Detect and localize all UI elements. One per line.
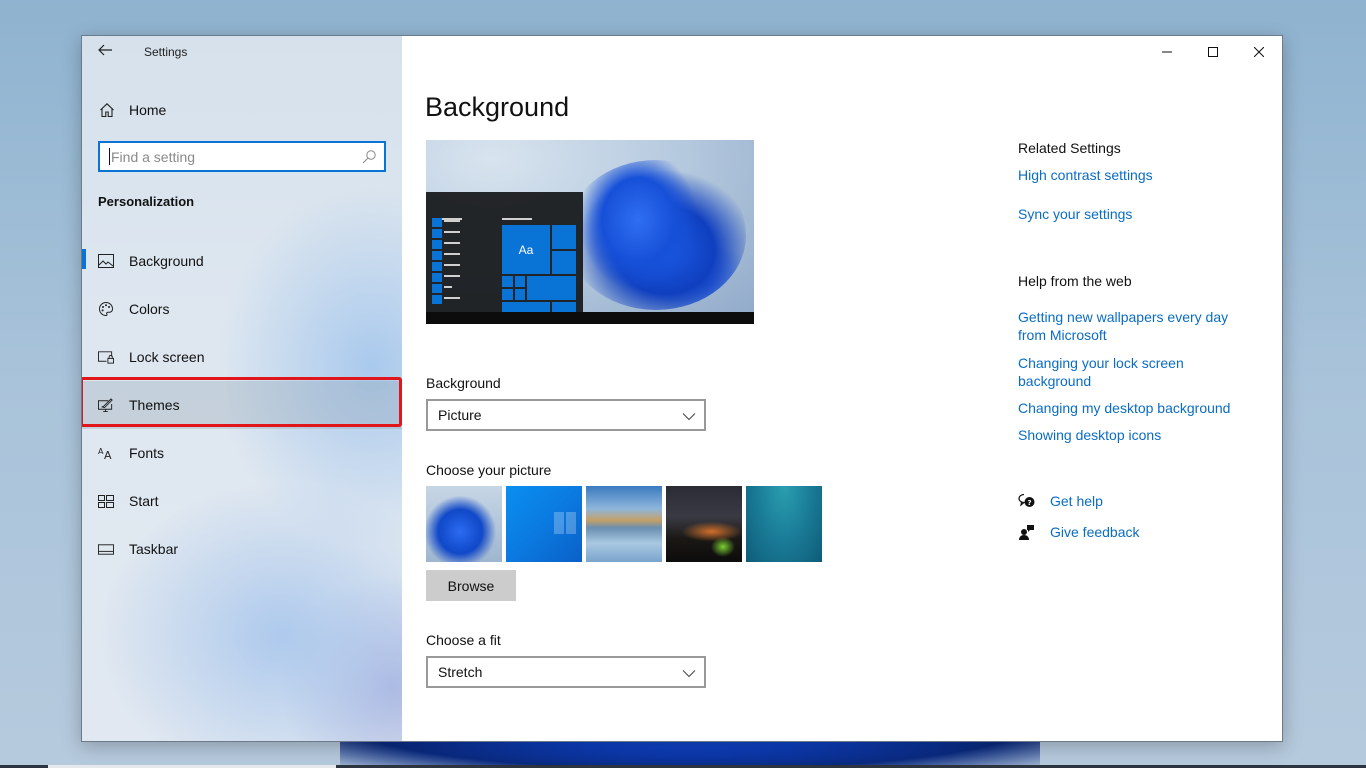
window-title: Settings: [144, 45, 188, 59]
sidebar-item-fonts[interactable]: AA Fonts: [82, 429, 402, 477]
preview-tile: Aa: [502, 225, 550, 274]
sidebar-item-label: Themes: [129, 397, 180, 413]
preview-taskbar: [426, 312, 754, 324]
settings-window: Settings Home Personalization Background: [81, 35, 1283, 742]
sidebar-home[interactable]: Home: [98, 98, 166, 122]
sidebar-item-themes[interactable]: Themes: [82, 381, 402, 429]
minimize-button[interactable]: [1144, 36, 1190, 68]
background-preview: Aa: [426, 140, 754, 324]
sidebar-item-label: Start: [129, 493, 159, 509]
picture-thumbnail[interactable]: [506, 486, 582, 562]
close-button[interactable]: [1236, 36, 1282, 68]
sidebar-item-label: Lock screen: [129, 349, 205, 365]
picture-thumbnail[interactable]: [746, 486, 822, 562]
help-chat-icon: ?: [1018, 492, 1036, 510]
picture-thumbnail[interactable]: [666, 486, 742, 562]
preview-wallpaper: [566, 160, 746, 310]
fonts-icon: AA: [98, 445, 114, 461]
lock-screen-icon: [98, 349, 114, 365]
sidebar-item-label: Background: [129, 253, 204, 269]
get-help-label: Get help: [1050, 493, 1103, 509]
related-settings-heading: Related Settings: [1018, 140, 1121, 156]
fit-dropdown-value: Stretch: [438, 664, 483, 680]
sidebar-item-lock-screen[interactable]: Lock screen: [82, 333, 402, 381]
maximize-icon: [1208, 47, 1218, 57]
text-caret: [109, 148, 110, 165]
sidebar-item-label: Colors: [129, 301, 170, 317]
background-dropdown[interactable]: Picture: [426, 399, 706, 431]
sidebar-item-start[interactable]: Start: [82, 477, 402, 525]
picture-icon: [98, 253, 114, 269]
search-box[interactable]: [98, 141, 386, 172]
fit-dropdown[interactable]: Stretch: [426, 656, 706, 688]
get-help-link[interactable]: ? Get help: [1018, 492, 1103, 510]
page-title: Background: [425, 92, 570, 122]
search-icon[interactable]: [361, 149, 377, 165]
sidebar-item-colors[interactable]: Colors: [82, 285, 402, 333]
svg-text:?: ?: [1028, 499, 1032, 507]
fit-label: Choose a fit: [426, 632, 501, 648]
svg-text:A: A: [104, 449, 112, 460]
picture-thumbnails: [426, 486, 826, 562]
background-dropdown-value: Picture: [438, 407, 482, 423]
chevron-down-icon: [682, 666, 696, 680]
minimize-icon: [1162, 51, 1172, 53]
maximize-button[interactable]: [1190, 36, 1236, 68]
sync-settings-link[interactable]: Sync your settings: [1018, 205, 1248, 223]
help-link-desktop-background[interactable]: Changing my desktop background: [1018, 399, 1248, 417]
help-link-wallpapers[interactable]: Getting new wallpapers every day from Mi…: [1018, 308, 1248, 344]
sidebar-item-label: Fonts: [129, 445, 165, 461]
taskbar-icon: [98, 541, 114, 557]
start-icon: [98, 493, 114, 509]
search-input[interactable]: [111, 148, 351, 165]
picture-thumbnail[interactable]: [426, 486, 502, 562]
sidebar: Settings Home Personalization Background: [82, 36, 402, 741]
help-link-desktop-icons[interactable]: Showing desktop icons: [1018, 426, 1248, 444]
themes-icon: [98, 397, 114, 413]
section-heading: Personalization: [98, 194, 195, 209]
home-label: Home: [129, 102, 167, 118]
arrow-left-icon: [98, 44, 112, 56]
sidebar-item-taskbar[interactable]: Taskbar: [82, 525, 402, 573]
preview-start-menu: Aa: [426, 192, 583, 312]
picture-thumbnail[interactable]: [586, 486, 662, 562]
browse-button[interactable]: Browse: [426, 570, 516, 601]
give-feedback-link[interactable]: Give feedback: [1018, 523, 1140, 541]
feedback-icon: [1018, 523, 1036, 541]
chevron-down-icon: [682, 409, 696, 423]
background-label: Background: [426, 375, 501, 391]
sidebar-item-background[interactable]: Background: [82, 237, 402, 285]
give-feedback-label: Give feedback: [1050, 524, 1140, 540]
palette-icon: [98, 301, 114, 317]
window-controls: [1144, 36, 1282, 68]
sidebar-item-label: Taskbar: [129, 541, 179, 557]
help-link-lock-screen[interactable]: Changing your lock screen background: [1018, 354, 1248, 390]
back-button[interactable]: [97, 42, 117, 62]
home-icon: [98, 101, 116, 119]
close-icon: [1254, 47, 1264, 57]
sidebar-nav: Background Colors Lock screen Themes A A…: [82, 237, 402, 573]
main-content: Background Aa Background Picture Choose …: [402, 36, 1282, 741]
choose-picture-label: Choose your picture: [426, 462, 552, 478]
high-contrast-link[interactable]: High contrast settings: [1018, 166, 1248, 184]
help-heading: Help from the web: [1018, 273, 1132, 289]
